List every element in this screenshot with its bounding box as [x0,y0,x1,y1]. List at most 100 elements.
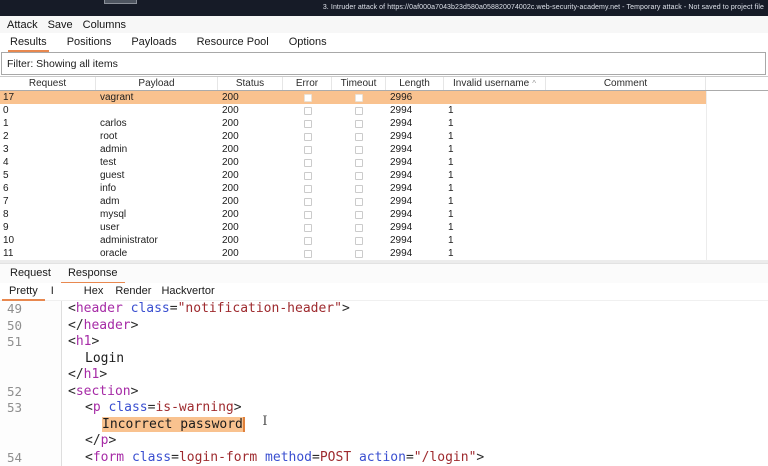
table-row[interactable]: 9 user 200 2994 1 [0,221,706,234]
timeout-checkbox[interactable] [355,93,363,102]
timeout-checkbox[interactable] [355,249,363,258]
column-header-request[interactable]: Request [0,77,96,90]
table-row[interactable]: 2 root 200 2994 1 [0,130,706,143]
table-row[interactable]: 17 vagrant 200 2996 [0,91,706,104]
timeout-checkbox[interactable] [355,236,363,245]
column-header-length[interactable]: Length [386,77,444,90]
code-text: <header class="notification-header"> [62,301,350,318]
table-row[interactable]: 4 test 200 2994 1 [0,156,706,169]
tab-options[interactable]: Options [289,34,327,51]
error-checkbox[interactable] [303,184,312,193]
cell-length: 2994 [390,105,413,116]
table-row[interactable]: 10 administrator 200 2994 1 [0,234,706,247]
cell-payload: oracle [100,248,128,259]
results-table-body: 17 vagrant 200 2996 0 200 2994 1 1 carlos 200 2994 1… [0,91,707,260]
error-checkbox[interactable] [303,119,312,128]
tab-results[interactable]: Results [8,34,49,52]
column-header-invalid-username[interactable]: Invalid username ^ [444,77,546,90]
cell-error [283,130,332,143]
error-checkbox[interactable] [303,249,312,258]
cell-payload: test [100,157,117,168]
tab-request[interactable]: Request [10,265,51,282]
error-checkbox[interactable] [303,145,312,154]
timeout-checkbox[interactable] [355,210,363,219]
timeout-checkbox[interactable] [355,171,363,180]
cell-request: 7 [3,196,9,207]
cell-payload: mysql [100,209,127,220]
filter-bar[interactable]: Filter: Showing all items [1,52,766,75]
tab-resource-pool[interactable]: Resource Pool [197,34,269,51]
cell-error [283,143,332,156]
error-checkbox[interactable] [303,236,312,245]
tab-positions[interactable]: Positions [67,34,112,51]
error-checkbox[interactable] [303,210,312,219]
code-token: < [68,301,76,316]
timeout-checkbox[interactable] [355,106,363,115]
response-editor[interactable]: 49 <header class="notification-header"> 50… [0,301,768,466]
cell-length: 2994 [390,157,413,168]
view-tab-render[interactable]: Render [115,284,151,300]
main-tab-bar: Results Positions Payloads Resource Pool Opt… [0,33,768,52]
cell-payload: vagrant [100,92,134,103]
error-checkbox[interactable] [303,171,312,180]
column-header-payload[interactable]: Payload [96,77,218,90]
table-row[interactable]: 7 adm 200 2994 1 [0,195,706,208]
column-header-status[interactable]: Status [218,77,283,90]
timeout-checkbox[interactable] [355,119,363,128]
timeout-checkbox[interactable] [355,184,363,193]
view-tab-hackvertor[interactable]: Hackvertor [161,284,214,300]
table-row[interactable]: 11 oracle 200 2994 1 [0,247,706,260]
cell-payload: info [100,183,117,194]
timeout-checkbox[interactable] [355,197,363,206]
timeout-checkbox[interactable] [355,158,363,167]
timeout-checkbox[interactable] [355,132,363,141]
table-row[interactable]: 3 admin 200 2994 1 [0,143,706,156]
column-header-comment[interactable]: Comment [546,77,706,90]
code-token: </ [85,433,101,448]
error-checkbox[interactable] [303,197,312,206]
timeout-checkbox[interactable] [355,223,363,232]
window-title: 3. Intruder attack of https://0af000a704… [322,4,764,11]
cell-timeout [332,91,386,104]
menu-item-columns[interactable]: Columns [83,19,126,31]
error-checkbox[interactable] [303,106,312,115]
code-token: > [108,433,117,448]
code-token: < [85,400,93,415]
cell-request: 4 [3,157,9,168]
cell-status: 200 [222,196,239,207]
menu-item-attack[interactable]: Attack [7,19,38,31]
view-tab-pretty[interactable]: Pretty [2,284,45,301]
code-token: = [169,301,178,316]
table-row[interactable]: 0 200 2994 1 [0,104,706,117]
table-row[interactable]: 5 guest 200 2994 1 [0,169,706,182]
view-tab-i[interactable]: I [51,284,54,300]
code-token: = [171,449,179,465]
error-checkbox[interactable] [303,158,312,167]
code-token: class [130,301,170,316]
tab-response[interactable]: Response [61,265,125,284]
tab-payloads[interactable]: Payloads [131,34,176,51]
menu-item-save[interactable]: Save [48,19,73,31]
table-row[interactable]: 8 mysql 200 2994 1 [0,208,706,221]
cell-request: 3 [3,144,9,155]
cell-error [283,169,332,182]
cell-payload: user [100,222,120,233]
cell-request: 5 [3,170,9,181]
error-checkbox[interactable] [303,223,312,232]
cell-status: 200 [222,144,239,155]
table-row[interactable]: 1 carlos 200 2994 1 [0,117,706,130]
cell-comment [546,143,706,156]
code-token: p [92,400,101,415]
results-table-header: Request Payload Status Error Timeout Length In… [0,76,768,91]
column-header-error[interactable]: Error [283,77,332,90]
cell-timeout [332,195,386,208]
error-checkbox[interactable] [303,132,312,141]
cell-error [283,91,332,104]
table-row[interactable]: 6 info 200 2994 1 [0,182,706,195]
cell-status: 200 [222,235,239,246]
column-header-timeout[interactable]: Timeout [332,77,386,90]
error-checkbox[interactable] [303,93,312,102]
timeout-checkbox[interactable] [355,145,363,154]
view-tab-hex[interactable]: Hex [84,284,104,300]
code-token: form [92,449,125,465]
